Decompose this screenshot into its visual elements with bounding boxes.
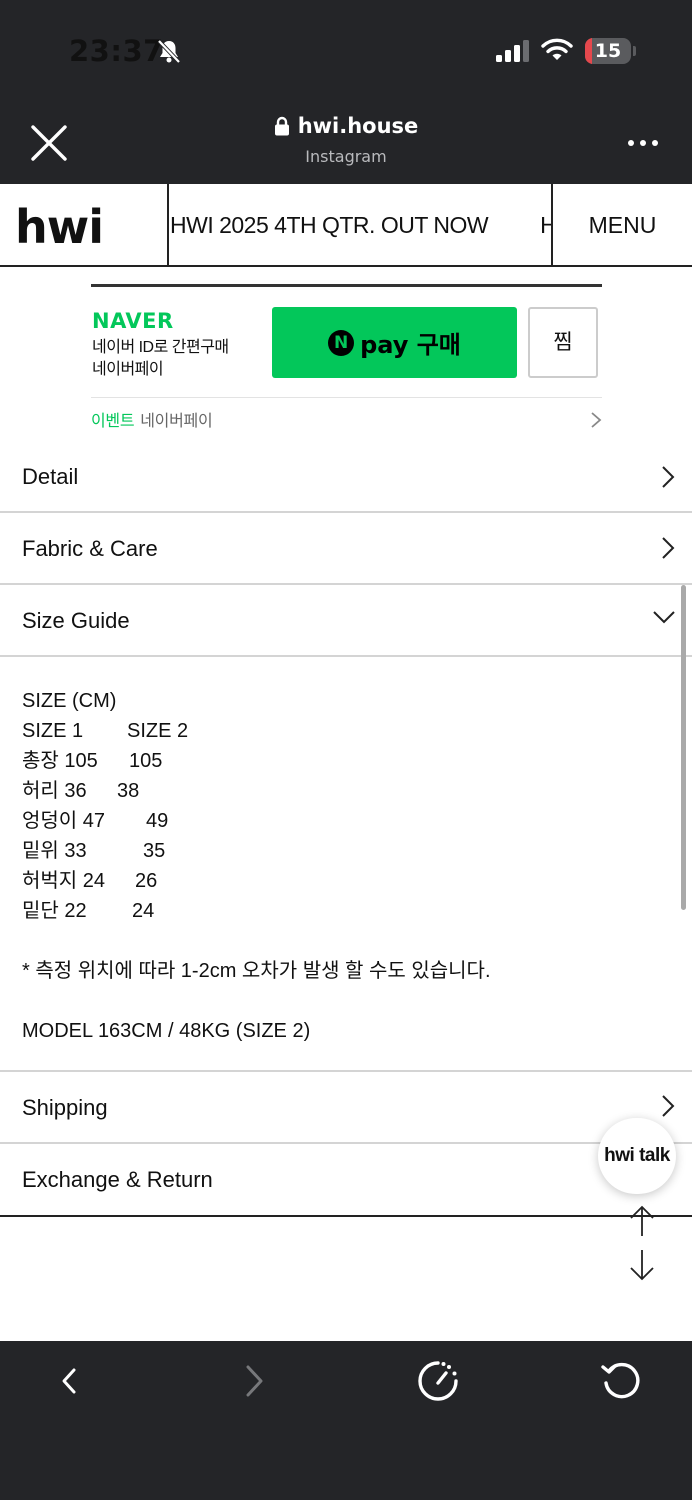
- event-text: 네이버페이: [140, 413, 213, 430]
- accordion-label: Shipping: [22, 1095, 108, 1120]
- chevron-down-icon: [653, 611, 675, 624]
- size-header: SIZE 2: [127, 720, 189, 742]
- url-line: hwi.house: [274, 114, 419, 138]
- size-unit-title: SIZE (CM): [22, 690, 117, 712]
- speed-icon[interactable]: [416, 1359, 460, 1403]
- accordion-exchange-return[interactable]: Exchange & Return: [0, 1144, 692, 1216]
- bell-slash-icon: [157, 39, 181, 64]
- accordion-label: Exchange & Return: [22, 1167, 213, 1192]
- site-logo[interactable]: hwi: [15, 200, 104, 254]
- chevron-right-icon: [662, 537, 675, 559]
- npay-buy-label: pay 구매: [360, 331, 461, 359]
- status-time: 23:37: [69, 34, 164, 68]
- header-divider: [167, 184, 169, 267]
- signal-icon: [496, 40, 529, 62]
- size-row: 총장 105 105: [22, 746, 491, 776]
- naver-description: 네이버 ID로 간편구매 네이버페이: [92, 337, 229, 381]
- wifi-icon: [541, 38, 573, 60]
- announcement-ticker[interactable]: HWI 2025 4TH QTR. OUT NOW HWI 2025 4TH QT…: [170, 184, 551, 267]
- more-icon[interactable]: [627, 138, 659, 148]
- size-row: 밑단 22 24: [22, 896, 491, 926]
- size-row-label: 총장 105: [22, 750, 98, 772]
- ticker-text: HWI 2025 4TH QTR. OUT NOW: [170, 212, 489, 238]
- size-guide-content: SIZE (CM) SIZE 1 SIZE 2 총장 105 105 허리 36…: [22, 686, 491, 1046]
- chevron-right-icon[interactable]: [589, 411, 603, 429]
- battery-indicator: 15: [585, 38, 631, 64]
- forward-icon[interactable]: [243, 1364, 265, 1398]
- size-row: 허벅지 24 26: [22, 866, 491, 896]
- size-row-label: 밑위 33: [22, 840, 87, 862]
- npay-event-link[interactable]: 이벤트 네이버페이: [91, 407, 213, 431]
- reload-icon[interactable]: [599, 1359, 643, 1403]
- wishlist-button[interactable]: 찜: [528, 307, 598, 378]
- accordion-label: Fabric & Care: [22, 536, 158, 561]
- size-row-value: 24: [132, 900, 155, 922]
- battery-nub: [633, 46, 636, 56]
- accordion-fabric-care[interactable]: Fabric & Care: [0, 513, 692, 585]
- url-text: hwi.house: [297, 114, 419, 138]
- accordion-size-guide[interactable]: Size Guide: [0, 585, 692, 657]
- size-row-value: 49: [146, 810, 169, 832]
- browser-bottom-bar: [0, 1341, 692, 1500]
- size-row-value: 38: [117, 780, 140, 802]
- size-row-label: 밑단 22: [22, 900, 87, 922]
- naver-logo: NAVER: [92, 309, 174, 333]
- npay-n-icon: N: [328, 329, 355, 356]
- npay-buy-button[interactable]: N pay 구매: [272, 307, 517, 378]
- size-row-value: 35: [143, 840, 166, 862]
- battery-level: 15: [594, 40, 622, 62]
- size-row-label: 엉덩이 47: [22, 810, 106, 832]
- chevron-right-icon: [662, 466, 675, 488]
- hwi-talk-button[interactable]: hwi talk: [598, 1118, 676, 1194]
- size-row-label: 허리 36: [22, 780, 87, 802]
- back-icon[interactable]: [58, 1366, 80, 1396]
- naver-desc-line: 네이버페이: [92, 361, 164, 378]
- npay-top-line: [91, 284, 602, 287]
- url-source: Instagram: [305, 147, 387, 166]
- size-row-label: 허벅지 24: [22, 870, 106, 892]
- content-bottom-rule: [0, 1215, 692, 1217]
- scrollbar[interactable]: [681, 585, 686, 910]
- accordion-shipping[interactable]: Shipping: [0, 1070, 692, 1144]
- event-tag: 이벤트: [91, 413, 135, 430]
- size-row: 엉덩이 47 49: [22, 806, 491, 836]
- lock-icon: [274, 116, 289, 136]
- size-note: * 측정 위치에 따라 1-2cm 오차가 발생 할 수도 있습니다.: [22, 960, 491, 982]
- model-info: MODEL 163CM / 48KG (SIZE 2): [22, 1020, 311, 1042]
- size-header: SIZE 1: [22, 720, 84, 742]
- npay-separator: [91, 397, 602, 398]
- size-row-value: 105: [129, 750, 163, 772]
- chevron-right-icon: [662, 1095, 675, 1117]
- accordion-label: Size Guide: [22, 608, 130, 633]
- naver-desc-line: 네이버 ID로 간편구매: [92, 339, 229, 356]
- menu-button[interactable]: MENU: [553, 184, 692, 267]
- arrow-down-icon[interactable]: [628, 1248, 656, 1282]
- size-row: 밑위 33 35: [22, 836, 491, 866]
- accordion-detail[interactable]: Detail: [0, 441, 692, 513]
- size-row: 허리 36 38: [22, 776, 491, 806]
- url-area[interactable]: hwi.house Instagram: [0, 114, 692, 166]
- ticker-text: HWI 2025 4TH QTR. OUT NOW: [540, 212, 551, 238]
- accordion-label: Detail: [22, 464, 79, 489]
- size-row-value: 26: [135, 870, 158, 892]
- size-header-row: SIZE 1 SIZE 2: [22, 716, 491, 746]
- arrow-up-icon[interactable]: [628, 1204, 656, 1238]
